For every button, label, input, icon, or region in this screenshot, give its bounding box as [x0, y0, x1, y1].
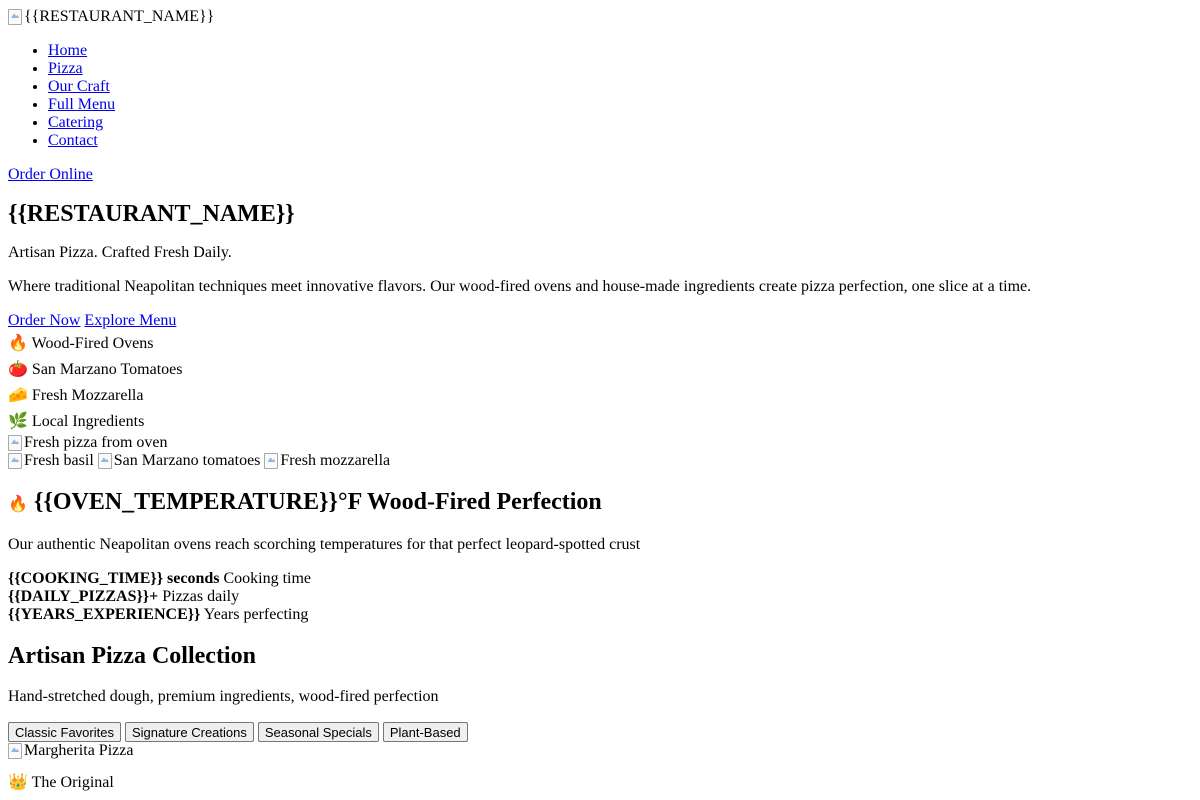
- hero-description: Where traditional Neapolitan techniques …: [8, 278, 1032, 295]
- nav-item-contact: Contact: [48, 132, 1192, 150]
- broken-image-icon: [97, 453, 112, 469]
- oven-description: Our authentic Neapolitan ovens reach sco…: [8, 536, 641, 553]
- cheese-icon: 🧀: [8, 385, 28, 404]
- stat-value: {{DAILY_PIZZAS}}+: [8, 588, 159, 605]
- stat-label: Pizzas daily: [162, 588, 240, 605]
- stat-value: {{YEARS_EXPERIENCE}}: [8, 606, 201, 623]
- stat-label: Years perfecting: [203, 606, 309, 623]
- image-alt-text: Fresh mozzarella: [280, 452, 391, 469]
- image-alt-text: Margherita Pizza: [24, 742, 134, 759]
- tab-seasonal-specials[interactable]: Seasonal Specials: [257, 722, 379, 742]
- oven-title-text: {{OVEN_TEMPERATURE}}°F Wood-Fired Perfec…: [33, 489, 602, 515]
- stat-label: Cooking time: [223, 570, 312, 587]
- image-alt-text: San Marzano tomatoes: [113, 452, 261, 469]
- menu-item-card: Margherita Pizza: [8, 742, 1192, 760]
- stat-value: {{COOKING_TIME}} seconds: [8, 570, 220, 587]
- tomato-icon: 🍅: [8, 359, 28, 378]
- tab-signature-creations[interactable]: Signature Creations: [124, 722, 254, 742]
- oven-section-title: 🔥 {{OVEN_TEMPERATURE}}°F Wood-Fired Perf…: [8, 488, 1192, 518]
- hero-features: 🔥 Wood-Fired Ovens 🍅 San Marzano Tomatoe…: [8, 330, 1192, 434]
- image-alt-text: Fresh basil: [24, 452, 94, 469]
- hero-cta-group: Order Now Explore Menu: [8, 312, 1192, 330]
- nav-item-our-craft: Our Craft: [48, 78, 1192, 96]
- nav-item-home: Home: [48, 42, 1192, 60]
- image-alt-text: Fresh pizza from oven: [24, 434, 168, 451]
- tab-plant-based[interactable]: Plant-Based: [382, 722, 468, 742]
- feature-item: 🍅 San Marzano Tomatoes: [8, 356, 1192, 382]
- nav-link-our-craft[interactable]: Our Craft: [48, 78, 110, 95]
- broken-image-icon: [8, 743, 22, 759]
- hero-main-image-row: Fresh pizza from oven: [8, 434, 1192, 452]
- collection-subtitle: Hand-stretched dough, premium ingredient…: [8, 688, 439, 705]
- oven-stats: {{COOKING_TIME}} seconds Cooking time {{…: [8, 570, 1192, 624]
- header-logo[interactable]: {{RESTAURANT_NAME}}: [8, 8, 1192, 26]
- stat-item: {{DAILY_PIZZAS}}+ Pizzas daily: [8, 588, 1192, 606]
- feature-item: 🔥 Wood-Fired Ovens: [8, 330, 1192, 356]
- nav-link-pizza[interactable]: Pizza: [48, 60, 83, 77]
- broken-image-icon: [264, 453, 279, 469]
- order-now-link[interactable]: Order Now: [8, 312, 80, 329]
- crown-icon: 👑: [8, 772, 28, 791]
- hero-title: {{RESTAURANT_NAME}}: [8, 201, 295, 227]
- nav-item-catering: Catering: [48, 114, 1192, 132]
- nav-link-home[interactable]: Home: [48, 42, 87, 59]
- collection-tabs: Classic Favorites Signature Creations Seas…: [8, 722, 1192, 742]
- broken-image-icon: [8, 435, 22, 451]
- nav-link-catering[interactable]: Catering: [48, 114, 103, 131]
- menu-item-image: Margherita Pizza: [8, 742, 133, 760]
- stat-item: {{YEARS_EXPERIENCE}} Years perfecting: [8, 606, 1192, 624]
- collection-title: Artisan Pizza Collection: [8, 643, 256, 669]
- ingredient-image-basil: Fresh basil: [8, 452, 94, 470]
- feature-label: Local Ingredients: [31, 413, 145, 430]
- nav-link-full-menu[interactable]: Full Menu: [48, 96, 115, 113]
- nav-item-pizza: Pizza: [48, 60, 1192, 78]
- nav-item-full-menu: Full Menu: [48, 96, 1192, 114]
- header-cta: Order Online: [8, 166, 1192, 184]
- fire-icon: 🔥: [8, 494, 28, 513]
- feature-label: Fresh Mozzarella: [31, 387, 144, 404]
- feature-item: 🌿 Local Ingredients: [8, 408, 1192, 434]
- order-online-link[interactable]: Order Online: [8, 166, 93, 183]
- main-nav: Home Pizza Our Craft Full Menu Catering …: [8, 42, 1192, 150]
- menu-item-badge-text: The Original: [31, 774, 114, 791]
- explore-menu-link[interactable]: Explore Menu: [84, 312, 176, 329]
- menu-item-badge: 👑 The Original: [8, 772, 1192, 792]
- hero-main-image: Fresh pizza from oven: [8, 434, 168, 452]
- logo-image[interactable]: {{RESTAURANT_NAME}}: [8, 8, 214, 26]
- feature-label: Wood-Fired Ovens: [31, 335, 154, 352]
- feature-item: 🧀 Fresh Mozzarella: [8, 382, 1192, 408]
- fire-icon: 🔥: [8, 333, 28, 352]
- ingredient-image-mozzarella: Fresh mozzarella: [264, 452, 390, 470]
- ingredient-image-tomatoes: San Marzano tomatoes: [97, 452, 261, 470]
- nav-link-contact[interactable]: Contact: [48, 132, 98, 149]
- broken-image-icon: [8, 453, 22, 469]
- hero-tagline: Artisan Pizza. Crafted Fresh Daily.: [8, 244, 232, 261]
- page: {{RESTAURANT_NAME}} Home Pizza Our Craft…: [0, 0, 1200, 800]
- feature-label: San Marzano Tomatoes: [31, 361, 183, 378]
- broken-image-icon: [8, 9, 22, 25]
- herb-icon: 🌿: [8, 411, 28, 430]
- tab-classic-favorites[interactable]: Classic Favorites: [8, 722, 121, 742]
- ingredient-images-row: Fresh basil San Marzano tomatoes Fresh m…: [8, 452, 1192, 470]
- logo-alt-text: {{RESTAURANT_NAME}}: [24, 8, 215, 25]
- stat-item: {{COOKING_TIME}} seconds Cooking time: [8, 570, 1192, 588]
